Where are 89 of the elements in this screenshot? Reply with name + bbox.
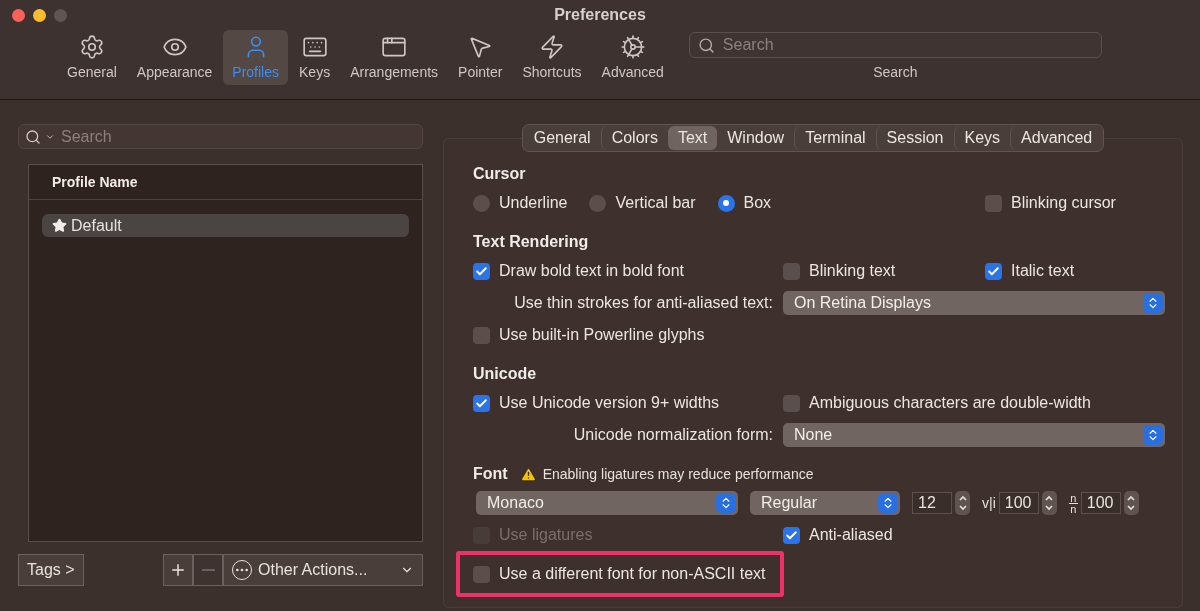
tags-button[interactable]: Tags > bbox=[18, 554, 84, 586]
settings-tab[interactable]: Terminal bbox=[794, 126, 876, 150]
checkbox-label: Blinking text bbox=[809, 262, 896, 280]
column-header: Profile Name bbox=[29, 165, 422, 200]
stepper-arrows[interactable] bbox=[1123, 491, 1139, 515]
lightning-icon bbox=[539, 34, 565, 60]
search-input[interactable]: Search bbox=[59, 126, 416, 147]
select-dropdown[interactable]: On Retina Displays bbox=[783, 291, 1165, 315]
radio-button[interactable] bbox=[589, 194, 607, 212]
checkbox[interactable] bbox=[473, 326, 490, 344]
toolbar-tab[interactable]: Pointer bbox=[449, 30, 512, 85]
checkbox[interactable] bbox=[473, 565, 490, 583]
font-dropdown[interactable]: Monaco bbox=[476, 491, 738, 515]
search-icon bbox=[25, 128, 41, 145]
checkbox[interactable] bbox=[783, 394, 800, 412]
settings-tab[interactable]: Text bbox=[667, 126, 718, 150]
spacing-field[interactable]: 100 bbox=[1080, 492, 1121, 514]
actions-menu[interactable]: Other Actions... bbox=[223, 554, 423, 586]
checkbox-label: Ambiguous characters are double-width bbox=[809, 394, 1091, 412]
stepper-arrows[interactable] bbox=[955, 491, 970, 515]
toolbar-tab[interactable]: Keys bbox=[290, 30, 340, 85]
checkbox-label: Blinking cursor bbox=[1011, 194, 1116, 212]
updown-icon bbox=[716, 493, 736, 513]
search-label: Search bbox=[873, 64, 918, 80]
field-label: Unicode normalization form: bbox=[573, 426, 774, 444]
radio-button[interactable] bbox=[473, 194, 490, 212]
radio-button[interactable] bbox=[717, 194, 735, 212]
checkbox-label: Use a different font for non-ASCII text bbox=[499, 565, 766, 583]
warning-text: Enabling ligatures may reduce performance bbox=[542, 466, 814, 482]
minus-icon bbox=[201, 569, 215, 571]
weight-dropdown[interactable]: Regular bbox=[750, 491, 900, 515]
stepper-arrows[interactable] bbox=[1041, 491, 1057, 515]
settings-tab[interactable]: Advanced bbox=[1010, 126, 1103, 150]
updown-icon bbox=[878, 493, 898, 513]
section-title: Unicode bbox=[473, 365, 537, 383]
checkbox[interactable] bbox=[473, 394, 490, 412]
checkbox[interactable] bbox=[985, 262, 1002, 280]
field-label: Use thin strokes for anti-aliased text: bbox=[514, 294, 774, 312]
checkbox-label: Draw bold text in bold font bbox=[499, 262, 684, 280]
spacing-label: n n bbox=[1068, 492, 1078, 514]
toolbar-tab[interactable]: Shortcuts bbox=[513, 30, 591, 85]
settings-tab[interactable]: Keys bbox=[953, 126, 1011, 150]
toolbar-tab[interactable]: Advanced bbox=[592, 30, 673, 85]
minimize-button[interactable] bbox=[33, 8, 46, 22]
spacing-field[interactable]: 100 bbox=[998, 492, 1039, 514]
checkbox[interactable] bbox=[783, 526, 800, 544]
section-title: Cursor bbox=[473, 165, 526, 183]
window-title: Preferences bbox=[554, 6, 646, 24]
checkbox-label: Use Unicode version 9+ widths bbox=[499, 394, 720, 412]
toolbar-tab[interactable]: Arrangements bbox=[341, 30, 448, 85]
checkbox-label: Anti-aliased bbox=[809, 526, 893, 544]
section-title: Font bbox=[473, 465, 508, 483]
checkbox-label: Italic text bbox=[1011, 262, 1075, 280]
settings-tab[interactable]: Colors bbox=[600, 126, 668, 150]
search-field[interactable]: Search bbox=[688, 32, 1102, 58]
settings-icon bbox=[78, 34, 105, 60]
size-field[interactable]: 12 bbox=[912, 492, 952, 514]
plus-icon bbox=[169, 561, 187, 579]
settings-tab[interactable]: Session bbox=[875, 126, 954, 150]
checkbox-label: Use built-in Powerline glyphs bbox=[499, 326, 705, 344]
checkbox[interactable] bbox=[473, 262, 490, 280]
close-button[interactable] bbox=[12, 8, 25, 22]
toolbar-tab[interactable]: Appearance bbox=[127, 30, 222, 85]
check-icon bbox=[785, 528, 798, 542]
settings-tab[interactable]: General bbox=[523, 126, 601, 150]
search-field[interactable]: Search bbox=[18, 124, 423, 149]
settings-tab[interactable]: Window bbox=[717, 126, 795, 150]
toolbar-tab[interactable]: General bbox=[58, 30, 126, 85]
updown-icon bbox=[1143, 425, 1163, 445]
radio-label: Box bbox=[743, 194, 772, 212]
profile-row[interactable]: Default bbox=[42, 214, 409, 237]
gears-icon bbox=[619, 34, 646, 60]
checkbox-label: Use ligatures bbox=[499, 526, 593, 544]
spacing-label: v|i bbox=[982, 495, 996, 511]
updown-icon bbox=[1143, 293, 1163, 313]
check-icon bbox=[475, 264, 488, 278]
check-icon bbox=[475, 396, 488, 410]
select-dropdown[interactable]: None bbox=[783, 423, 1165, 447]
search-input[interactable]: Search bbox=[720, 35, 1093, 55]
warning-icon bbox=[519, 465, 537, 483]
checkbox[interactable] bbox=[985, 194, 1002, 212]
add-button[interactable] bbox=[163, 554, 193, 586]
radio-label: Vertical bar bbox=[615, 194, 696, 212]
section-title: Text Rendering bbox=[473, 233, 589, 251]
check-icon bbox=[987, 264, 1000, 278]
checkbox[interactable] bbox=[783, 262, 800, 280]
radio-label: Underline bbox=[499, 194, 568, 212]
star-icon bbox=[52, 218, 67, 233]
search-icon bbox=[697, 36, 715, 54]
